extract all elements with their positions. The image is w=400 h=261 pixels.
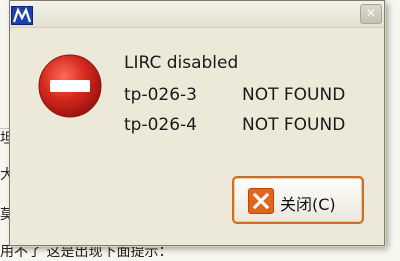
- device-name: tp-026-4: [124, 115, 197, 135]
- device-status: NOT FOUND: [242, 85, 346, 105]
- dialog-titlebar[interactable]: ×: [10, 1, 384, 28]
- error-dialog: × LIRC disabled tp-026-3 NOT FOUND tp-02…: [9, 0, 385, 246]
- x-close-icon: [248, 188, 274, 214]
- app-logo-icon: [11, 6, 33, 25]
- device-name: tp-026-3: [124, 85, 197, 105]
- close-button[interactable]: 关闭(C): [232, 176, 364, 224]
- device-status: NOT FOUND: [242, 115, 346, 135]
- message-title: LIRC disabled: [124, 53, 239, 73]
- error-stop-icon: [37, 53, 103, 119]
- close-button-label: 关闭(C): [280, 195, 336, 214]
- titlebar-close-button[interactable]: ×: [360, 4, 382, 24]
